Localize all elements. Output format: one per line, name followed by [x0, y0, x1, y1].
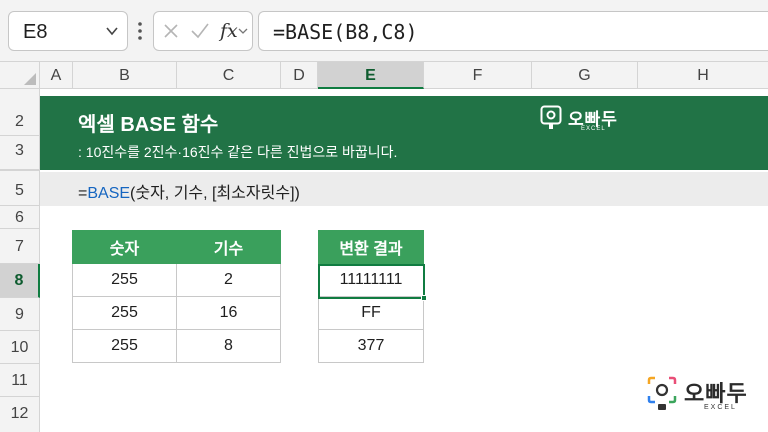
- table-header-row: 변환 결과: [318, 230, 424, 264]
- column-header-b[interactable]: B: [73, 62, 177, 89]
- syntax-args: (숫자, 기수, [최소자릿수]): [130, 185, 300, 202]
- header-number[interactable]: 숫자: [72, 230, 177, 264]
- name-box[interactable]: E8: [8, 11, 128, 51]
- page-title: 엑셀 BASE 함수: [78, 114, 219, 136]
- cell-b8[interactable]: 255: [72, 263, 177, 297]
- formula-controls: fx: [153, 11, 253, 51]
- syntax-text: =BASE(숫자, 기수, [최소자릿수]): [78, 179, 300, 203]
- column-header-e[interactable]: E: [318, 62, 424, 89]
- row-header-3[interactable]: 3: [0, 136, 40, 170]
- page-subtitle: : 10진수를 2진수·16진수 같은 다른 진법으로 바꿉니다.: [78, 144, 398, 160]
- header-result[interactable]: 변환 결과: [318, 230, 424, 264]
- column-header-f[interactable]: F: [424, 62, 532, 89]
- table-row: 255 2: [72, 263, 281, 297]
- insert-function-icon[interactable]: fx: [220, 20, 238, 42]
- input-table: 숫자 기수 255 2 255 16 255 8: [72, 230, 281, 363]
- cell-b10[interactable]: 255: [72, 329, 177, 363]
- title-banner: 엑셀 BASE 함수 : 10진수를 2진수·16진수 같은 다른 진법으로 바…: [40, 96, 768, 170]
- table-row: 255 8: [72, 329, 281, 363]
- syntax-prefix: =: [78, 185, 88, 202]
- brand-logo-top: 오빠두 EXCEL: [540, 104, 620, 134]
- select-all-corner[interactable]: [0, 62, 40, 89]
- row-header-12[interactable]: 12: [0, 397, 40, 432]
- chevron-down-icon[interactable]: [105, 24, 119, 38]
- column-header-a[interactable]: A: [40, 62, 73, 89]
- enter-check-icon[interactable]: [190, 22, 210, 40]
- table-row: 377: [318, 329, 424, 363]
- cancel-icon[interactable]: [162, 22, 180, 40]
- formula-text: =BASE(B8,C8): [273, 20, 418, 44]
- brand-tagline: EXCEL: [581, 126, 606, 132]
- active-cell-border: [318, 264, 425, 299]
- cell-c10[interactable]: 8: [176, 329, 281, 363]
- formula-bar: E8 fx =BASE(B8,C8): [0, 0, 768, 62]
- syntax-function-name: BASE: [87, 185, 131, 202]
- column-header-c[interactable]: C: [177, 62, 281, 89]
- cell-e9[interactable]: FF: [318, 296, 424, 330]
- cell-c9[interactable]: 16: [176, 296, 281, 330]
- column-header-g[interactable]: G: [532, 62, 638, 89]
- column-header-d[interactable]: D: [281, 62, 318, 89]
- brand-logo-bottom: 오빠두 EXCEL: [646, 374, 756, 414]
- table-row: 255 16: [72, 296, 281, 330]
- formula-input[interactable]: =BASE(B8,C8): [258, 11, 768, 51]
- syntax-row: =BASE(숫자, 기수, [최소자릿수]): [40, 172, 768, 206]
- table-row: FF: [318, 296, 424, 330]
- chevron-down-icon[interactable]: [238, 26, 248, 36]
- table-header-row: 숫자 기수: [72, 230, 281, 264]
- cell-b9[interactable]: 255: [72, 296, 177, 330]
- row-header-2[interactable]: 2: [0, 96, 40, 136]
- row-header-9[interactable]: 9: [0, 298, 40, 331]
- row-header-11[interactable]: 11: [0, 364, 40, 397]
- row-header-8[interactable]: 8: [0, 264, 40, 298]
- row-header-1[interactable]: [0, 89, 40, 96]
- row-header-10[interactable]: 10: [0, 331, 40, 364]
- row-header-6[interactable]: 6: [0, 206, 40, 229]
- column-header-h[interactable]: H: [638, 62, 768, 89]
- more-options-icon[interactable]: [133, 19, 147, 43]
- brand-logo-icon: [647, 376, 677, 410]
- name-box-value: E8: [23, 21, 48, 43]
- brand-logo-icon: [540, 105, 562, 129]
- cell-c8[interactable]: 2: [176, 263, 281, 297]
- cell-e10[interactable]: 377: [318, 329, 424, 363]
- header-radix[interactable]: 기수: [176, 230, 281, 264]
- row-header-5[interactable]: 5: [0, 170, 40, 206]
- brand-tagline: EXCEL: [704, 404, 737, 411]
- fill-handle[interactable]: [421, 295, 427, 301]
- row-header-7[interactable]: 7: [0, 229, 40, 264]
